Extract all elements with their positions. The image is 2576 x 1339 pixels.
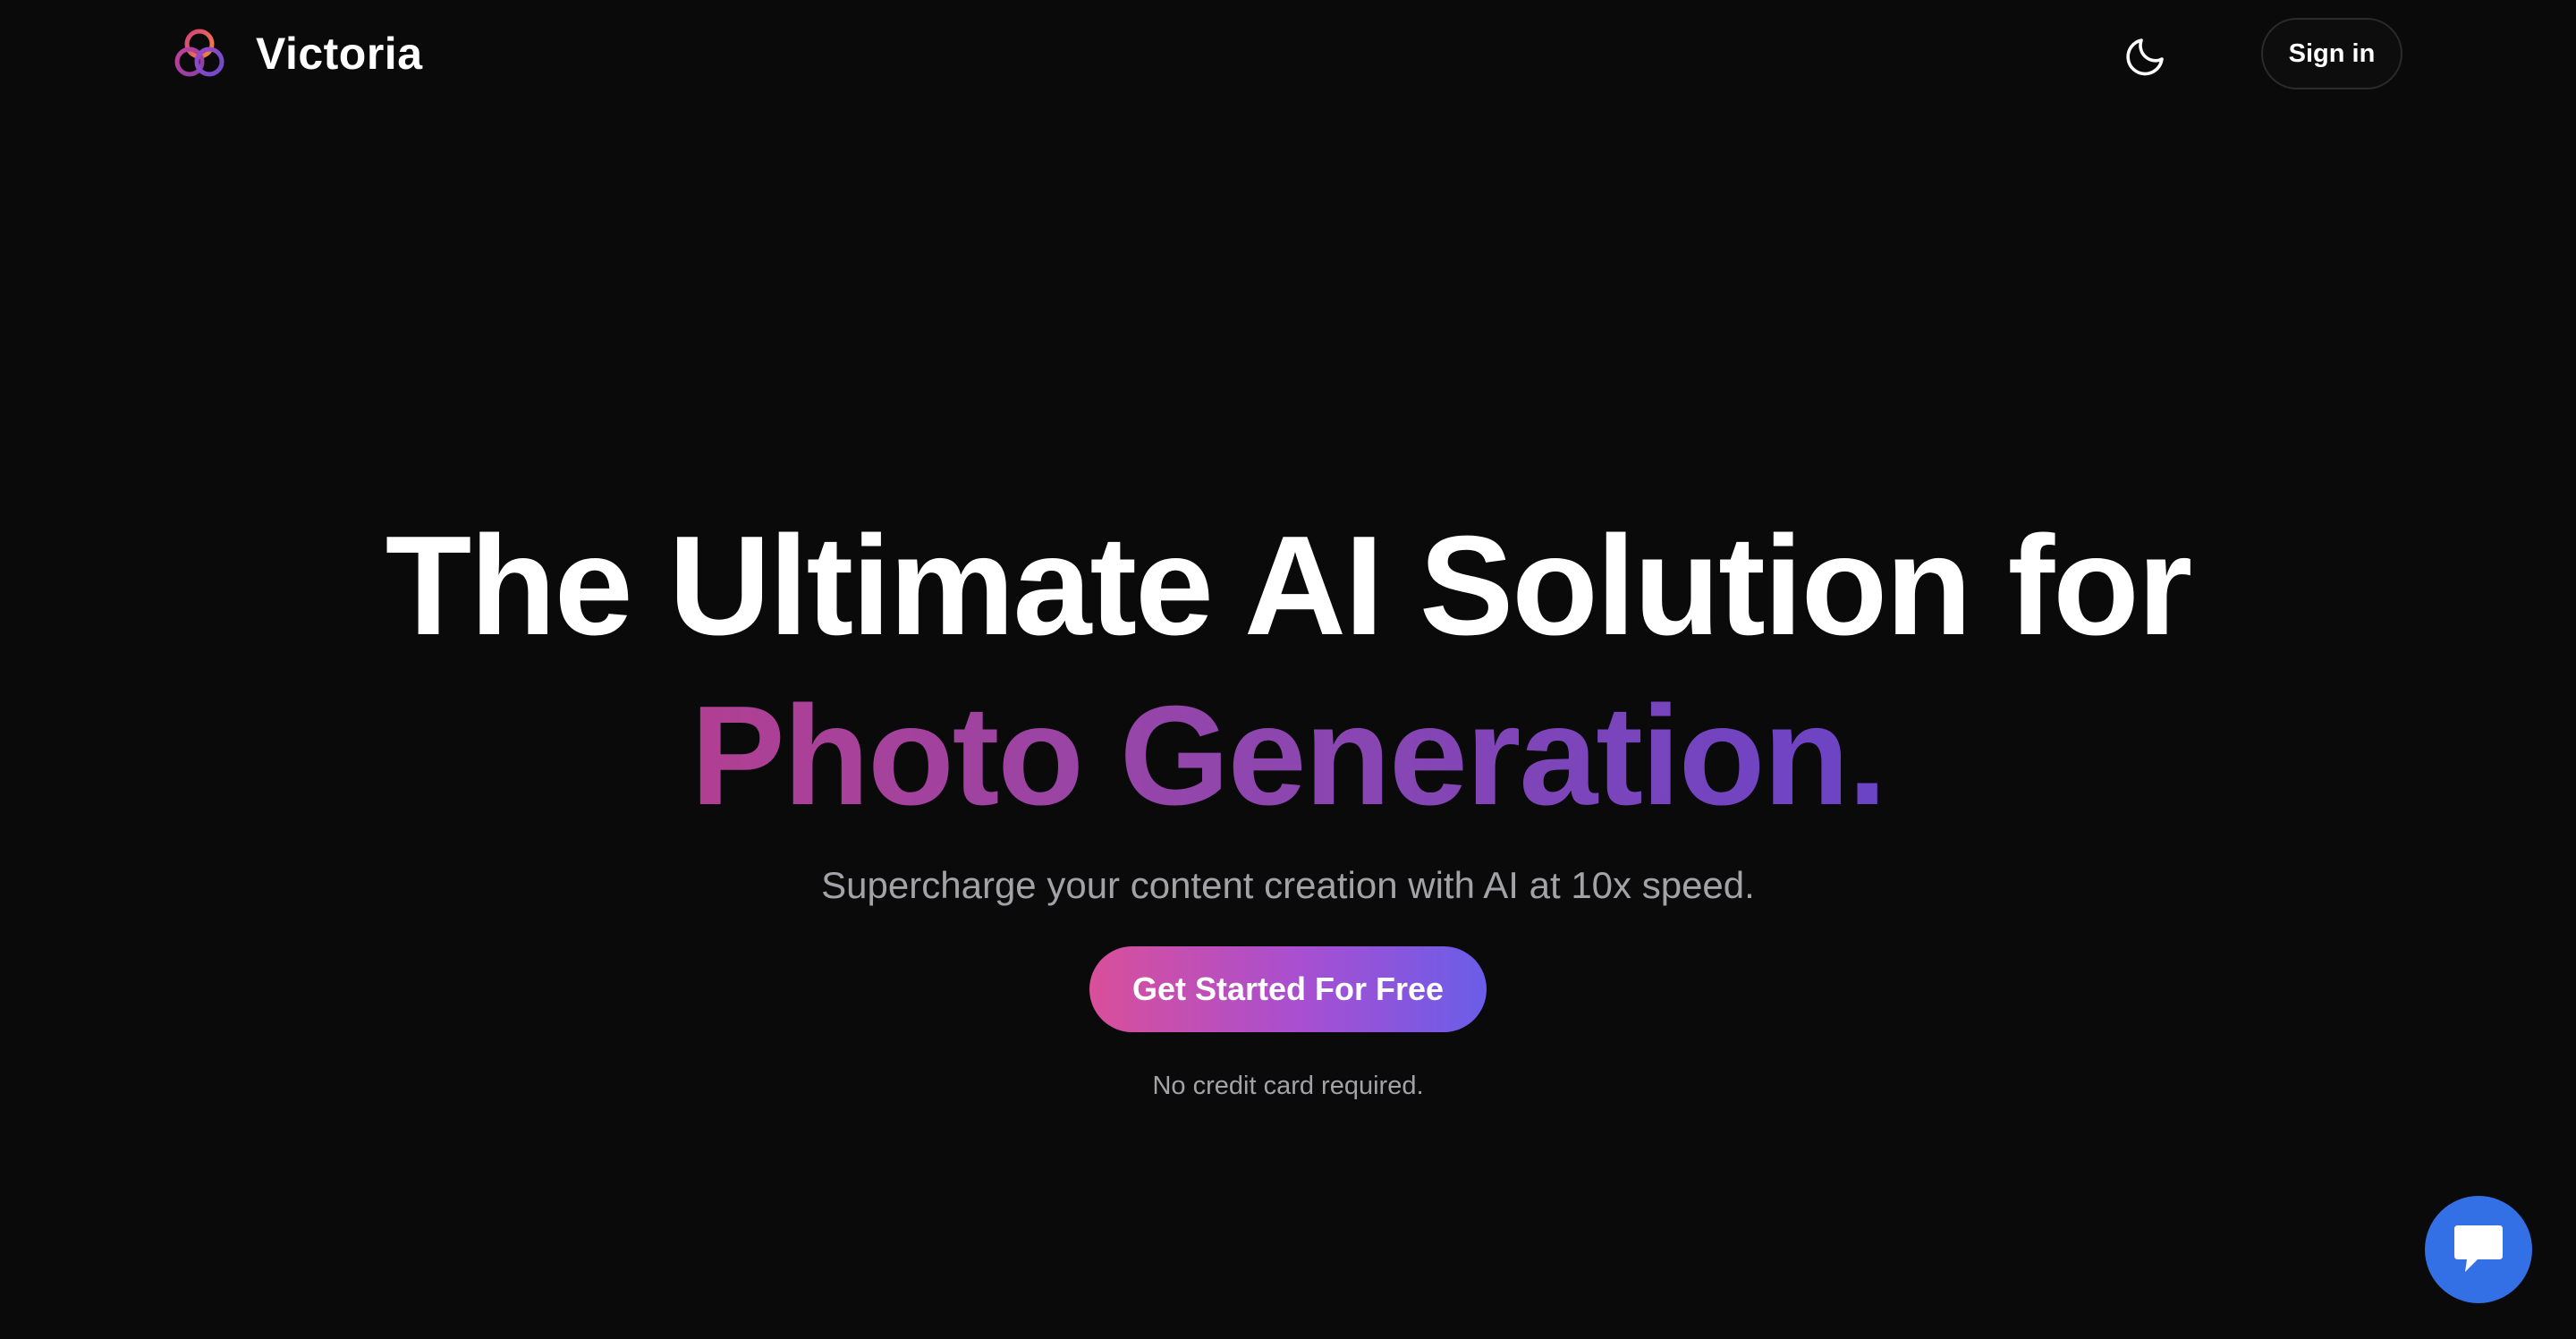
theme-toggle-button[interactable] (2120, 27, 2174, 81)
chat-launcher-button[interactable] (2425, 1196, 2532, 1303)
hero-title-line2: Photo Generation. (0, 671, 2576, 841)
sign-in-button[interactable]: Sign in (2261, 18, 2402, 89)
moon-icon (2123, 30, 2171, 78)
hero-title-line1: The Ultimate AI Solution for (385, 507, 2192, 665)
hero-title-highlight: Photo Generation. (691, 677, 1886, 835)
interlocking-rings-logo-icon (170, 24, 229, 83)
brand-name: Victoria (256, 29, 423, 79)
cta-note: No credit card required. (1152, 1072, 1424, 1100)
hero-subtitle: Supercharge your content creation with A… (821, 864, 1755, 906)
hero-section: The Ultimate AI Solution for Photo Gener… (0, 501, 2576, 1104)
site-header: Victoria Sign in (0, 0, 2576, 107)
get-started-button[interactable]: Get Started For Free (1089, 946, 1487, 1032)
chat-bubble-icon (2451, 1224, 2506, 1275)
landing-page: Victoria Sign in The Ultimate AI Solutio… (0, 0, 2576, 1339)
brand-home-link[interactable]: Victoria (170, 25, 423, 82)
